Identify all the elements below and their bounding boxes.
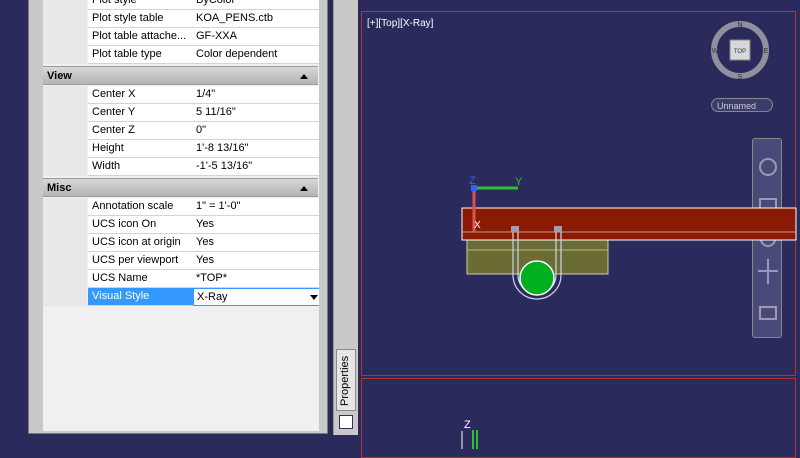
ucs-z-label: Z [469,175,476,187]
ucs-x-label: X [474,220,481,231]
pipe[interactable] [519,260,555,296]
ucs2-z-label: Z [464,419,471,431]
drawing-canvas: X Y Z Z [461,175,797,449]
u-bolt-nut-right [554,226,562,232]
ucs-y-label: Y [515,176,523,188]
u-bolt-nut-left [511,226,519,232]
beam[interactable] [461,207,797,241]
